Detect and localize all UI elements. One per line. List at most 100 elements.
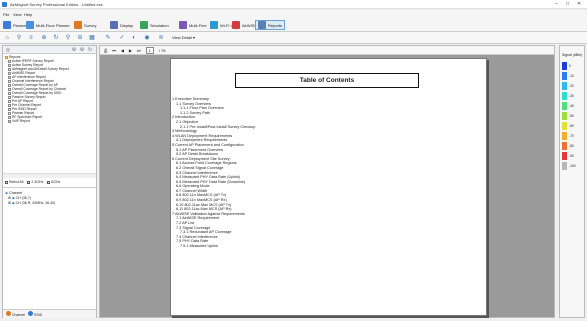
zoom-out-icon[interactable]: ⊖ (76, 34, 84, 42)
report-list: Reports Active IPERF Survey Report Active … (5, 55, 96, 123)
app-icon (2, 2, 7, 7)
legend-swatch (562, 122, 567, 130)
ruler-icon[interactable]: ≡ (27, 34, 35, 42)
filter-5ghz[interactable]: 5GHz (47, 180, 60, 184)
legend-label: -80 (569, 144, 574, 148)
minimize-icon[interactable]: – (555, 1, 558, 7)
wifi-icon[interactable]: ≋ (157, 34, 165, 42)
toc-title: Table of Contents (235, 73, 419, 88)
reports-icon (258, 21, 266, 29)
filter-select-all[interactable]: Select All (5, 180, 23, 184)
legend-item: -20 (562, 82, 574, 90)
folder-icon (5, 55, 8, 59)
legend-label: -60 (569, 124, 574, 128)
document-icon (8, 71, 11, 75)
filter-icon[interactable]: ◐ (130, 34, 138, 42)
legend-swatch (562, 142, 567, 150)
toolbar-button-multi-floor[interactable]: Multi-Floor Planner (26, 20, 70, 30)
display-icon (110, 21, 118, 29)
check-icon[interactable]: ✓ (118, 34, 126, 42)
next-page-icon[interactable]: ▶ (129, 48, 132, 53)
menu-help[interactable]: Help (24, 12, 32, 17)
settings-icon[interactable]: ⚙ (71, 47, 77, 53)
document-icon (8, 103, 11, 107)
panel-pin-icon[interactable]: ◎ (5, 47, 11, 53)
toolbar-button-display[interactable]: Display (110, 20, 133, 30)
channel-tree: ◉ Channel ⊞ ◆ CH (36,?) ⊞ ◆ CH (36 R, 40MHz, … (5, 190, 55, 205)
tab-channel[interactable]: Channel (6, 311, 25, 317)
close-icon[interactable]: ✕ (577, 1, 581, 7)
document-icon (8, 119, 11, 123)
filter-2-4ghz[interactable]: 2.4GHz (27, 180, 43, 184)
legend-item: 0 (562, 62, 571, 70)
last-page-icon[interactable]: ⏭ (137, 48, 141, 53)
zoom-icon[interactable]: ⊕ (40, 34, 48, 42)
toolbar-button-label: Multi-Fine (189, 22, 207, 28)
legend-item: -80 (562, 142, 574, 150)
toolbar-button-label: Survey (84, 22, 97, 28)
legend-swatch (562, 92, 567, 100)
toolbar-button-label: Planner (13, 22, 27, 28)
toc-entry[interactable]: 7.5.1 Measured Uplink (172, 244, 432, 249)
ap-icon[interactable]: ◉ (143, 34, 151, 42)
toolbar-button-reports[interactable]: Reports (255, 20, 286, 30)
checkbox-icon (47, 180, 51, 184)
print-icon[interactable]: ⎙ (104, 48, 107, 53)
channel-item-label: CH (36 R, 40MHz, 36-40) (15, 200, 56, 205)
legend-swatch (562, 162, 567, 170)
maximize-icon[interactable]: □ (566, 1, 569, 7)
menu-file[interactable]: File (3, 12, 9, 17)
toolbar-button-planner[interactable]: Planner (3, 20, 27, 30)
document-icon (8, 115, 11, 119)
filter-label: Select All (9, 180, 24, 184)
legend-swatch (562, 132, 567, 140)
page-total: / 78 (158, 47, 166, 53)
channel-root-label: Channel (9, 190, 23, 195)
legend-label: -70 (569, 134, 574, 138)
multi-floor-icon (26, 21, 34, 29)
report-item[interactable]: VoIP Report (5, 119, 96, 123)
home-icon[interactable]: ⌂ (3, 34, 11, 42)
multi-fine-icon (179, 21, 187, 29)
menu-bar: File View Help (0, 10, 587, 18)
legend-label: -10 (569, 74, 574, 78)
ssid-icon (28, 311, 34, 316)
channel-item[interactable]: ⊞ ◆ CH (36 R, 40MHz, 36-40) (5, 200, 55, 205)
wifi-view-icon (210, 21, 218, 29)
panel-header: ◎ ⚙ ⚙ ↻ (3, 46, 96, 54)
pen-icon[interactable]: ✎ (104, 34, 112, 42)
horizontal-scrollbar[interactable] (3, 173, 96, 178)
filter-label: 2.4GHz (31, 180, 44, 184)
document-icon (8, 63, 11, 67)
first-page-icon[interactable]: ⏮ (112, 48, 116, 53)
legend-item: -60 (562, 122, 574, 130)
menu-view[interactable]: View (13, 12, 22, 17)
toolbar-button-simulation[interactable]: Simulation (140, 20, 169, 30)
toolbar-button-airwise[interactable]: AirWISE (232, 20, 257, 30)
prev-page-icon[interactable]: ◀ (121, 48, 124, 53)
document-icon (8, 75, 11, 79)
view-mode-select[interactable]: View Detail ▾ (172, 35, 195, 40)
refresh-icon[interactable]: ↻ (52, 34, 60, 42)
main-toolbar: Planner Multi-Floor Planner Survey Display S… (0, 18, 587, 32)
toolbar-button-label: Simulation (150, 22, 169, 28)
toolbar-button-survey[interactable]: Survey (74, 20, 96, 30)
tab-ssid[interactable]: SSID (28, 311, 42, 317)
legend-swatch (562, 112, 567, 120)
legend-swatch (562, 62, 567, 70)
divider (3, 187, 96, 188)
band-filters: Select All 2.4GHz 5GHz (5, 180, 60, 184)
page-number-input[interactable]: 1 (145, 46, 154, 54)
legend-item: -50 (562, 112, 574, 120)
toolbar-button-multi-fine[interactable]: Multi-Fine (179, 20, 207, 30)
refresh-panel-icon[interactable]: ↻ (87, 47, 93, 53)
grid-icon[interactable]: ▦ (88, 34, 96, 42)
table-of-contents: 1 Executive Summary 1.1 Survey Overview 1.… (172, 97, 432, 249)
gear-icon[interactable]: ⚙ (79, 47, 85, 53)
secondary-toolbar: ⌂ ⚲ ≡ ⊕ ↻ ⚲ ⊖ ▦ ✎ ✓ ◐ ◉ ≋ View Detail ▾ (0, 32, 587, 44)
document-icon (8, 83, 11, 87)
legend-swatch (562, 72, 567, 80)
search-icon[interactable]: ⚲ (64, 34, 72, 42)
tree-icon[interactable]: ⚲ (15, 34, 23, 42)
document-icon (8, 79, 11, 83)
